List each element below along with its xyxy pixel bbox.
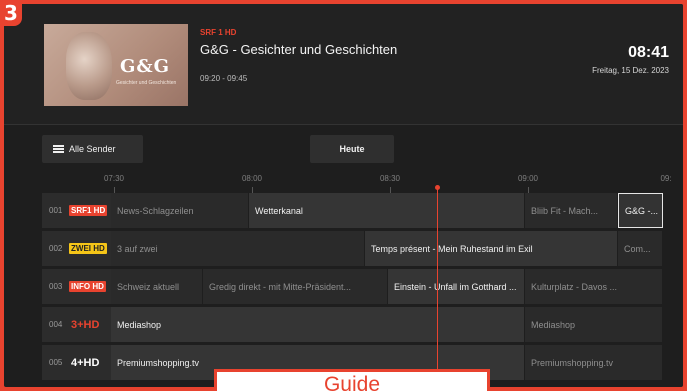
timeline: 07:30 08:00 08:30 09:00 09: (42, 170, 683, 193)
program-title: G&G - Gesichter und Geschichten (200, 42, 398, 57)
thumbnail-face-art (66, 32, 112, 100)
program-cell[interactable]: Wetterkanal (249, 193, 525, 228)
today-button[interactable]: Heute (310, 135, 394, 163)
channel-label[interactable]: 005 4+HD (42, 345, 111, 380)
current-time-line (437, 187, 438, 387)
channel-row: 001 SRF1 HD News-Schlagzeilen Wetterkana… (42, 193, 683, 230)
program-cell[interactable]: 3 auf zwei (111, 231, 365, 266)
list-filter-icon (53, 144, 64, 155)
channel-logo: INFO HD (69, 281, 106, 292)
program-cell[interactable]: Com... (618, 231, 663, 266)
channel-label[interactable]: 003 INFO HD (42, 269, 111, 304)
thumbnail-subtitle: Gesichter und Geschichten (116, 80, 177, 86)
channel-label[interactable]: 002 ZWEI HD (42, 231, 111, 266)
all-channels-label: Alle Sender (69, 144, 116, 154)
channel-number: 002 (49, 244, 63, 253)
timeline-tick: 08:30 (379, 174, 401, 183)
timeline-tick: 09:00 (517, 174, 539, 183)
program-time: 09:20 - 09:45 (200, 74, 248, 83)
program-info-header: G&G Gesichter und Geschichten SRF 1 HD G… (4, 4, 683, 124)
program-cell[interactable]: Temps présent - Mein Ruhestand im Exil (365, 231, 618, 266)
channel-number: 004 (49, 320, 63, 329)
program-cell[interactable]: Kulturplatz - Davos ... (525, 269, 663, 304)
clock: 08:41 (628, 44, 669, 61)
tv-guide-screen: G&G Gesichter und Geschichten SRF 1 HD G… (4, 4, 683, 387)
program-cell[interactable]: Mediashop (525, 307, 663, 342)
channel-label[interactable]: 004 3+HD (42, 307, 111, 342)
program-cell-selected[interactable]: G&G -... (618, 193, 663, 228)
step-badge: 3 (0, 0, 22, 26)
channel-row: 003 INFO HD Schweiz aktuell Gredig direk… (42, 269, 683, 306)
channel-row: 002 ZWEI HD 3 auf zwei Temps présent - M… (42, 231, 683, 268)
guide-caption: Guide (214, 369, 490, 391)
channel-number: 001 (49, 206, 63, 215)
channel-logo: 4+HD (71, 356, 100, 369)
header-divider (4, 124, 683, 125)
program-thumbnail: G&G Gesichter und Geschichten (44, 24, 188, 106)
program-cell[interactable]: Einstein - Unfall im Gotthard ... (388, 269, 525, 304)
timeline-tick: 09: (660, 174, 672, 183)
thumbnail-logo: G&G (120, 56, 170, 77)
channel-label[interactable]: 001 SRF1 HD (42, 193, 111, 228)
channel-logo: 3+HD (71, 318, 100, 331)
channel-row: 004 3+HD Mediashop Mediashop (42, 307, 683, 344)
channel-number: 005 (49, 358, 63, 367)
timeline-tick: 08:00 (241, 174, 263, 183)
date: Freitag, 15 Dez. 2023 (592, 66, 669, 75)
channel-name: SRF 1 HD (200, 28, 237, 37)
channel-logo: SRF1 HD (69, 205, 108, 216)
program-cell[interactable]: Mediashop (111, 307, 525, 342)
program-cell[interactable]: Schweiz aktuell (111, 269, 203, 304)
program-cell[interactable]: Gredig direkt - mit Mitte-Präsident... (203, 269, 388, 304)
program-cell[interactable]: Premiumshopping.tv (525, 345, 663, 380)
timeline-tick: 07:30 (103, 174, 125, 183)
channel-logo: ZWEI HD (69, 243, 107, 254)
program-cell[interactable]: Bliib Fit - Mach... (525, 193, 618, 228)
channel-number: 003 (49, 282, 63, 291)
all-channels-button[interactable]: Alle Sender (42, 135, 143, 163)
program-cell[interactable]: News-Schlagzeilen (111, 193, 249, 228)
